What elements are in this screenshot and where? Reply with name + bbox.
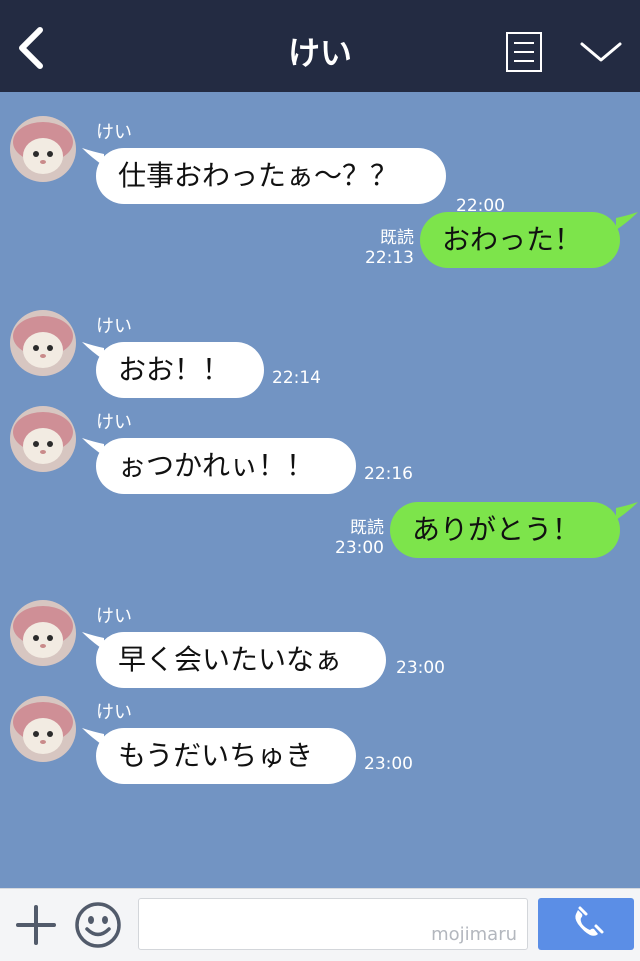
message-bubble[interactable]: おお！！: [96, 342, 264, 398]
message-bubble[interactable]: もうだいちゅき: [96, 728, 356, 784]
read-label: 既読: [350, 518, 384, 538]
message-time: 22:14: [272, 368, 321, 388]
avatar[interactable]: [10, 696, 76, 762]
message-time: 23:00: [396, 658, 445, 678]
avatar[interactable]: [10, 310, 76, 376]
avatar[interactable]: [10, 116, 76, 182]
message-time: 22:13: [365, 248, 414, 268]
sender-name: けい: [96, 122, 132, 143]
message-bubble[interactable]: 仕事おわったぁ〜？？: [96, 148, 446, 204]
bubble-tail: [616, 212, 638, 230]
chat-area[interactable]: けい 仕事おわったぁ〜？？ 22:00 既読 22:13 おわった！ けい おお…: [0, 92, 640, 888]
message-bubble[interactable]: ありがとう！: [390, 502, 620, 558]
watermark: mojimaru: [431, 924, 517, 945]
message-bubble[interactable]: おわった！: [420, 212, 620, 268]
message-bubble[interactable]: 早く会いたいなぁ: [96, 632, 386, 688]
read-receipt: 既読 22:13: [352, 228, 414, 268]
input-bar: mojimaru: [0, 888, 640, 961]
read-label: 既読: [380, 228, 414, 248]
chat-title: けい: [287, 34, 352, 72]
sender-name: けい: [96, 702, 132, 723]
avatar[interactable]: [10, 600, 76, 666]
message-time: 23:00: [335, 538, 384, 558]
cat-avatar-icon: [10, 310, 76, 376]
cat-avatar-icon: [10, 600, 76, 666]
chevron-down-icon[interactable]: [580, 38, 622, 66]
message-input[interactable]: mojimaru: [138, 898, 528, 950]
sender-name: けい: [96, 412, 132, 433]
plus-icon[interactable]: [14, 903, 58, 947]
read-receipt: 既読 23:00: [322, 518, 384, 558]
cat-avatar-icon: [10, 116, 76, 182]
chat-header: けい: [0, 0, 640, 92]
message-bubble[interactable]: ぉつかれぃ！！: [96, 438, 356, 494]
avatar[interactable]: [10, 406, 76, 472]
message-time: 22:16: [364, 464, 413, 484]
bubble-tail: [616, 502, 638, 520]
note-list-icon[interactable]: [506, 32, 542, 72]
cat-avatar-icon: [10, 406, 76, 472]
sender-name: けい: [96, 606, 132, 627]
smiley-icon[interactable]: [74, 901, 122, 949]
call-button[interactable]: [538, 898, 634, 950]
cat-avatar-icon: [10, 696, 76, 762]
sender-name: けい: [96, 316, 132, 337]
message-time: 23:00: [364, 754, 413, 774]
phone-icon: [575, 906, 604, 936]
